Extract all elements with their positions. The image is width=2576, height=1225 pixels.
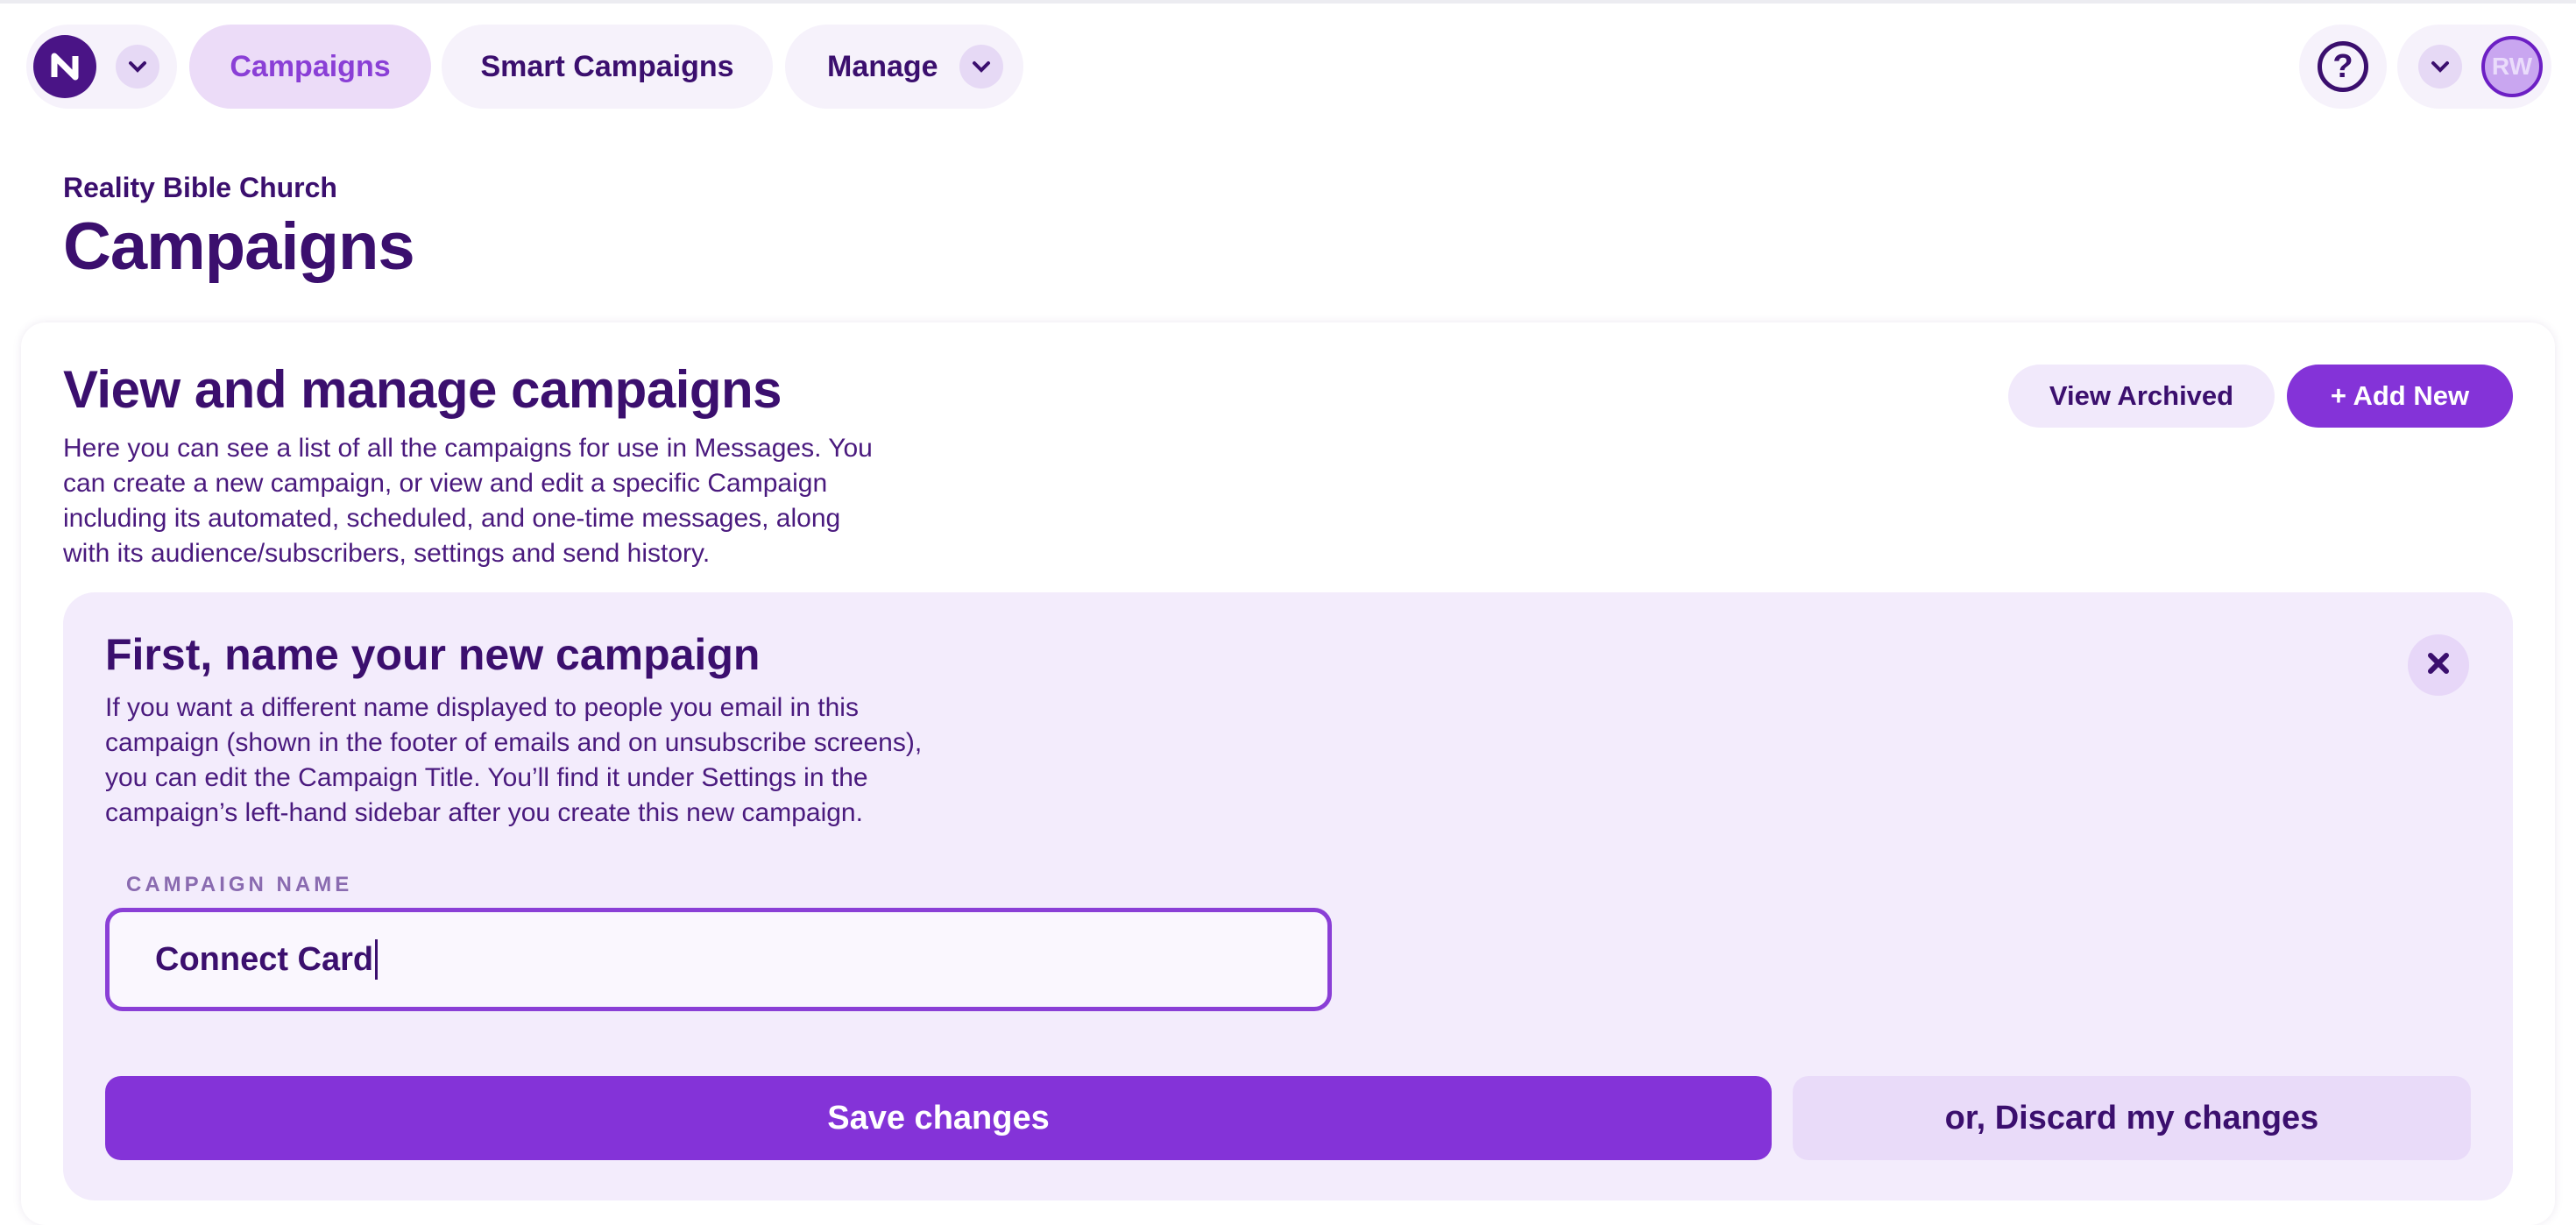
organization-name: Reality Bible Church [63,172,337,203]
close-button[interactable] [2408,634,2469,696]
section-title: View and manage campaigns [63,360,782,419]
avatar[interactable]: RW [2481,36,2543,97]
campaign-name-input[interactable]: Connect Card [105,908,1332,1011]
tab-manage-label: Manage [827,49,938,83]
panel-title: First, name your new campaign [105,630,761,679]
top-border [0,0,2576,4]
tab-manage[interactable]: Manage [785,25,1023,109]
close-icon [2425,650,2452,681]
discard-changes-button[interactable]: or, Discard my changes [1793,1076,2471,1160]
app-switcher[interactable] [26,25,177,109]
page-title: Campaigns [63,209,415,284]
view-archived-button[interactable]: View Archived [2008,365,2275,428]
tab-smart-campaigns[interactable]: Smart Campaigns [442,25,773,109]
campaign-name-value: Connect Card [155,940,374,978]
chevron-down-icon [959,45,1003,89]
help-button[interactable]: ? [2299,25,2387,109]
text-caret [375,939,379,980]
save-changes-button[interactable]: Save changes [105,1076,1772,1160]
add-new-button[interactable]: + Add New [2287,365,2513,428]
section-description: Here you can see a list of all the campa… [63,434,873,568]
panel-description: If you want a different name displayed t… [105,693,923,827]
tab-campaigns[interactable]: Campaigns [189,25,431,109]
help-icon: ? [2318,41,2368,92]
chevron-down-icon[interactable] [2418,45,2462,89]
campaign-name-label: CAMPAIGN NAME [126,873,353,896]
logo-n-icon[interactable] [33,35,96,98]
chevron-down-icon[interactable] [116,45,159,89]
user-menu[interactable]: RW [2397,25,2551,109]
